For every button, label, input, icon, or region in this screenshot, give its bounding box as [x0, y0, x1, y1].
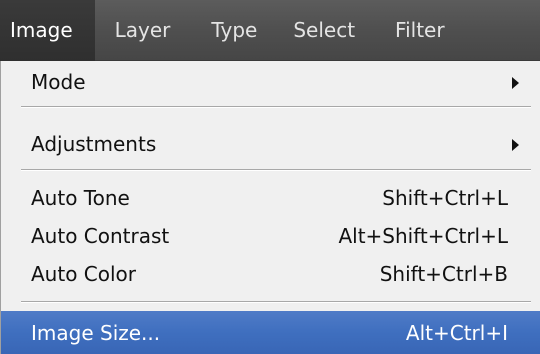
menu-item-adjustments[interactable]: Adjustments	[1, 124, 540, 164]
menu-type[interactable]: Type	[189, 0, 275, 61]
menu-item-auto-contrast-label: Auto Contrast	[31, 224, 170, 248]
menu-bar: Image Layer Type Select Filter	[0, 0, 540, 61]
menu-item-image-size-shortcut: Alt+Ctrl+I	[405, 320, 508, 345]
menu-item-image-size-label: Image Size...	[31, 320, 161, 345]
menu-item-auto-tone-label: Auto Tone	[31, 186, 130, 210]
menu-item-mode-label: Mode	[31, 70, 86, 94]
photoshop-screen: Image Layer Type Select Filter Mode Adju…	[0, 0, 540, 354]
menu-item-auto-contrast[interactable]: Auto Contrast Alt+Shift+Ctrl+L	[1, 216, 540, 256]
menu-item-adjustments-label: Adjustments	[31, 132, 157, 156]
menu-item-auto-color-label: Auto Color	[31, 262, 137, 286]
menu-separator	[21, 106, 531, 108]
menu-separator	[21, 169, 531, 171]
menu-item-auto-tone[interactable]: Auto Tone Shift+Ctrl+L	[1, 178, 540, 218]
menu-layer[interactable]: Layer	[95, 0, 190, 61]
menu-item-auto-tone-shortcut: Shift+Ctrl+L	[382, 186, 508, 210]
menu-item-auto-color[interactable]: Auto Color Shift+Ctrl+B	[1, 254, 540, 294]
menu-filter[interactable]: Filter	[377, 0, 445, 61]
menu-item-auto-contrast-shortcut: Alt+Shift+Ctrl+L	[338, 224, 508, 248]
image-menu-dropdown: Mode Adjustments Auto Tone Shift+Ctrl+L …	[0, 61, 540, 354]
menu-item-mode[interactable]: Mode	[1, 62, 540, 102]
menu-image[interactable]: Image	[0, 0, 95, 61]
menu-separator	[21, 301, 531, 303]
menu-item-auto-color-shortcut: Shift+Ctrl+B	[379, 262, 508, 286]
menu-item-image-size[interactable]: Image Size... Alt+Ctrl+I	[1, 311, 540, 354]
submenu-arrow-icon	[512, 139, 519, 151]
menu-select[interactable]: Select	[275, 0, 377, 61]
submenu-arrow-icon	[512, 77, 519, 89]
